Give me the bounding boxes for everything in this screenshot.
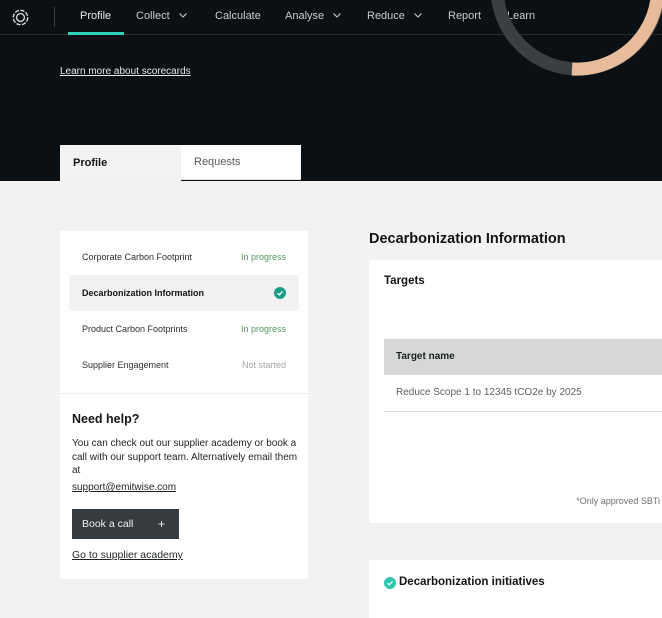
- help-text: You can check out our supplier academy o…: [72, 438, 298, 476]
- supplier-academy-link[interactable]: Go to supplier academy: [72, 549, 183, 561]
- nav-calculate[interactable]: Calculate: [215, 0, 261, 35]
- support-email-link[interactable]: support@emitwise.com: [72, 482, 176, 493]
- step-product-carbon-footprints[interactable]: Product Carbon Footprints In progress: [69, 311, 299, 347]
- nav-label: Reduce: [367, 10, 405, 22]
- chevron-down-icon: [178, 13, 187, 18]
- target-name-cell: Reduce Scope 1 to 12345 tCO2e by 2025: [396, 387, 582, 398]
- step-label: Decarbonization Information: [82, 288, 205, 298]
- step-label: Corporate Carbon Footprint: [82, 252, 193, 262]
- status-badge: In progress: [240, 324, 286, 334]
- table-header: Target name: [384, 339, 662, 375]
- nav-label: Calculate: [215, 10, 261, 22]
- nav-report[interactable]: Report: [448, 0, 481, 35]
- donut-track: [491, 0, 662, 76]
- tab-requests[interactable]: Requests: [181, 145, 301, 180]
- divider: [60, 393, 308, 394]
- nav-divider: [54, 7, 55, 27]
- emitwise-logo-icon[interactable]: [12, 9, 29, 26]
- step-label: Supplier Engagement: [82, 360, 169, 370]
- nav-profile[interactable]: Profile: [67, 0, 125, 35]
- progress-sidebar: Corporate Carbon Footprint In progress D…: [60, 231, 308, 579]
- tab-label: Requests: [194, 156, 241, 168]
- nav-analyse[interactable]: Analyse: [285, 0, 342, 35]
- tab-label: Profile: [73, 157, 108, 169]
- decarbonization-initiatives-card: Decarbonization initiatives: [369, 560, 662, 618]
- plus-icon: +: [157, 517, 165, 531]
- nav-reduce[interactable]: Reduce: [367, 0, 423, 35]
- sbti-footnote: *Only approved SBTi: [576, 496, 660, 506]
- check-circle-icon: [274, 287, 286, 299]
- table-row[interactable]: Reduce Scope 1 to 12345 tCO2e by 2025: [384, 375, 662, 412]
- learn-more-scorecards-link[interactable]: Learn more about scorecards: [60, 66, 191, 77]
- targets-title: Targets: [384, 275, 425, 287]
- tab-profile[interactable]: Profile: [60, 145, 181, 181]
- step-decarbonization-information[interactable]: Decarbonization Information: [69, 275, 299, 311]
- status-badge: In progress: [240, 252, 286, 262]
- hero-banner: Profile Collect Calculate Analyse Reduce…: [0, 0, 662, 181]
- column-header-target-name: Target name: [396, 351, 455, 362]
- check-circle-icon: [384, 577, 396, 589]
- book-a-call-button[interactable]: Book a call +: [72, 509, 179, 539]
- nav-label: Collect: [136, 10, 170, 22]
- targets-card: Targets Target name Reduce Scope 1 to 12…: [369, 260, 662, 523]
- donut-progress: [571, 0, 662, 76]
- step-corporate-carbon-footprint[interactable]: Corporate Carbon Footprint In progress: [69, 239, 299, 275]
- page-title: Decarbonization Information: [369, 231, 566, 247]
- initiatives-title: Decarbonization initiatives: [399, 576, 545, 588]
- chevron-down-icon: [333, 13, 342, 18]
- button-label: Book a call: [82, 518, 134, 530]
- scorecard-donut: [491, 0, 662, 76]
- chevron-down-icon: [414, 13, 422, 18]
- step-supplier-engagement[interactable]: Supplier Engagement Not started: [69, 347, 299, 383]
- nav-collect[interactable]: Collect: [136, 0, 188, 35]
- step-label: Product Carbon Footprints: [82, 324, 188, 334]
- nav-label: Analyse: [285, 10, 325, 22]
- status-badge: Not started: [241, 360, 286, 370]
- help-title: Need help?: [72, 412, 140, 426]
- nav-label: Profile: [80, 10, 112, 22]
- nav-label: Report: [448, 10, 482, 22]
